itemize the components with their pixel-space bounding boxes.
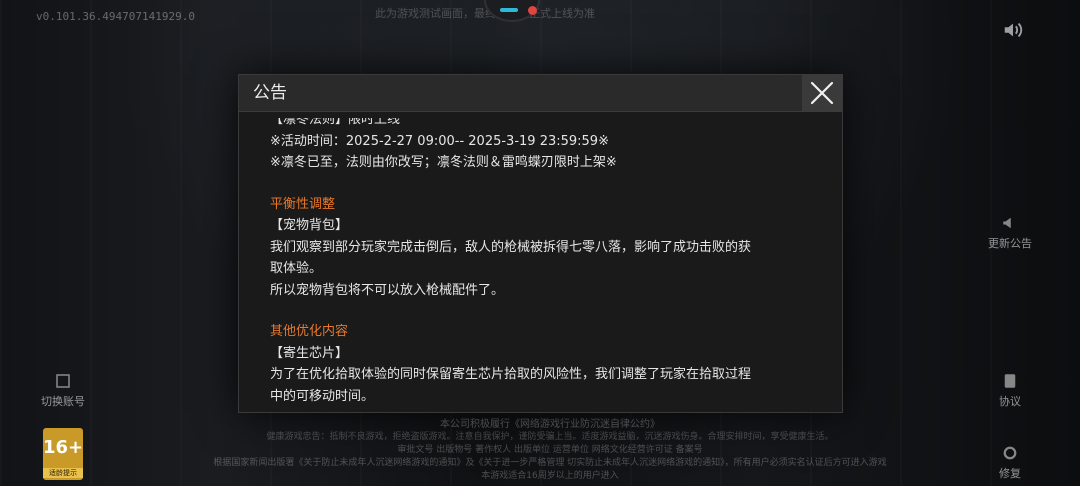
footer-legal: 本公司积极履行《网络游戏行业防沉迷自律公约》 健康游戏忠告：抵制不良游戏，拒绝盗… (210, 418, 890, 483)
content-line: ※凛冬已至，法则由你改写；凛冬法则＆雷鸣蝶刃限时上架※ (270, 155, 617, 170)
content-line: 所以宠物背包将不可以放入枪械配件了。 (270, 282, 505, 298)
switch-account-icon (56, 374, 70, 388)
content-line: ※活动时间：2025-2-27 09:00-- 2025-3-19 23:59:… (270, 133, 609, 149)
dialog-header: 公告 (239, 75, 842, 112)
announcement-label: 更新公告 (988, 237, 1032, 250)
announcement-dialog: 公告 【凛冬法则】限时上线 ※活动时间：2025-2-27 09:00-- 202… (238, 74, 843, 413)
age-rating-badge: 16+ 适龄提示 (43, 428, 83, 480)
notification-dot-icon (528, 6, 537, 15)
content-line: 【凛冬法则】限时上线 (270, 112, 401, 127)
section-heading: 其他优化内容 (270, 324, 349, 339)
content-line: 【寄生芯片】 (270, 345, 349, 361)
speaker-icon[interactable] (1002, 19, 1024, 41)
agreement-button[interactable]: 协议 (980, 372, 1040, 409)
footer-line: 根据国家新闻出版署《关于防止未成年人沉迷网络游戏的通知》及《关于进一步严格管理 … (213, 458, 887, 468)
dialog-title: 公告 (253, 83, 287, 103)
close-icon (810, 81, 834, 105)
document-icon (1004, 374, 1016, 388)
content-line: 为了在优化拾取体验的同时保留寄生芯片拾取的风险性，我们调整了玩家在拾取过程 (270, 367, 752, 382)
age-rating-value: 16+ (43, 437, 84, 458)
content-line: 【宠物背包】 (270, 218, 349, 233)
content-line: 中的可移动时间。 (270, 388, 375, 404)
version-label: v0.101.36.494707141929.0 (36, 10, 195, 23)
announcement-content: 【凛冬法则】限时上线 ※活动时间：2025-2-27 09:00-- 2025-3… (270, 111, 790, 407)
footer-line: 本公司积极履行《网络游戏行业防沉迷自律公约》 (440, 419, 660, 430)
footer-line: 本游戏适合16周岁以上的用户进入 (481, 471, 619, 481)
close-button[interactable] (802, 75, 842, 111)
megaphone-icon (1003, 217, 1011, 229)
footer-line: 健康游戏忠告：抵制不良游戏，拒绝盗版游戏。注意自我保护，谨防受骗上当。适度游戏益… (266, 432, 834, 442)
footer-line: 审批文号 出版物号 著作权人 出版单位 运营单位 网络文化经营许可证 备案号 (397, 445, 703, 455)
dialog-scroll-area[interactable]: 【凛冬法则】限时上线 ※活动时间：2025-2-27 09:00-- 2025-3… (239, 111, 842, 412)
repair-button[interactable]: 修复 (980, 444, 1040, 481)
section-heading: 平衡性调整 (270, 196, 336, 212)
switch-account-button[interactable]: 切换账号 (33, 372, 93, 409)
announcement-button[interactable]: 更新公告 (980, 214, 1040, 251)
agreement-label: 协议 (999, 395, 1021, 408)
repair-label: 修复 (999, 467, 1021, 480)
content-line: 取体验。 (270, 261, 323, 276)
gear-icon (1003, 446, 1017, 460)
age-rating-label: 适龄提示 (43, 468, 83, 478)
switch-account-label: 切换账号 (41, 395, 85, 408)
content-line: 我们观察到部分玩家完成击倒后，敌人的枪械被拆得七零八落，影响了成功击败的获 (270, 239, 752, 255)
